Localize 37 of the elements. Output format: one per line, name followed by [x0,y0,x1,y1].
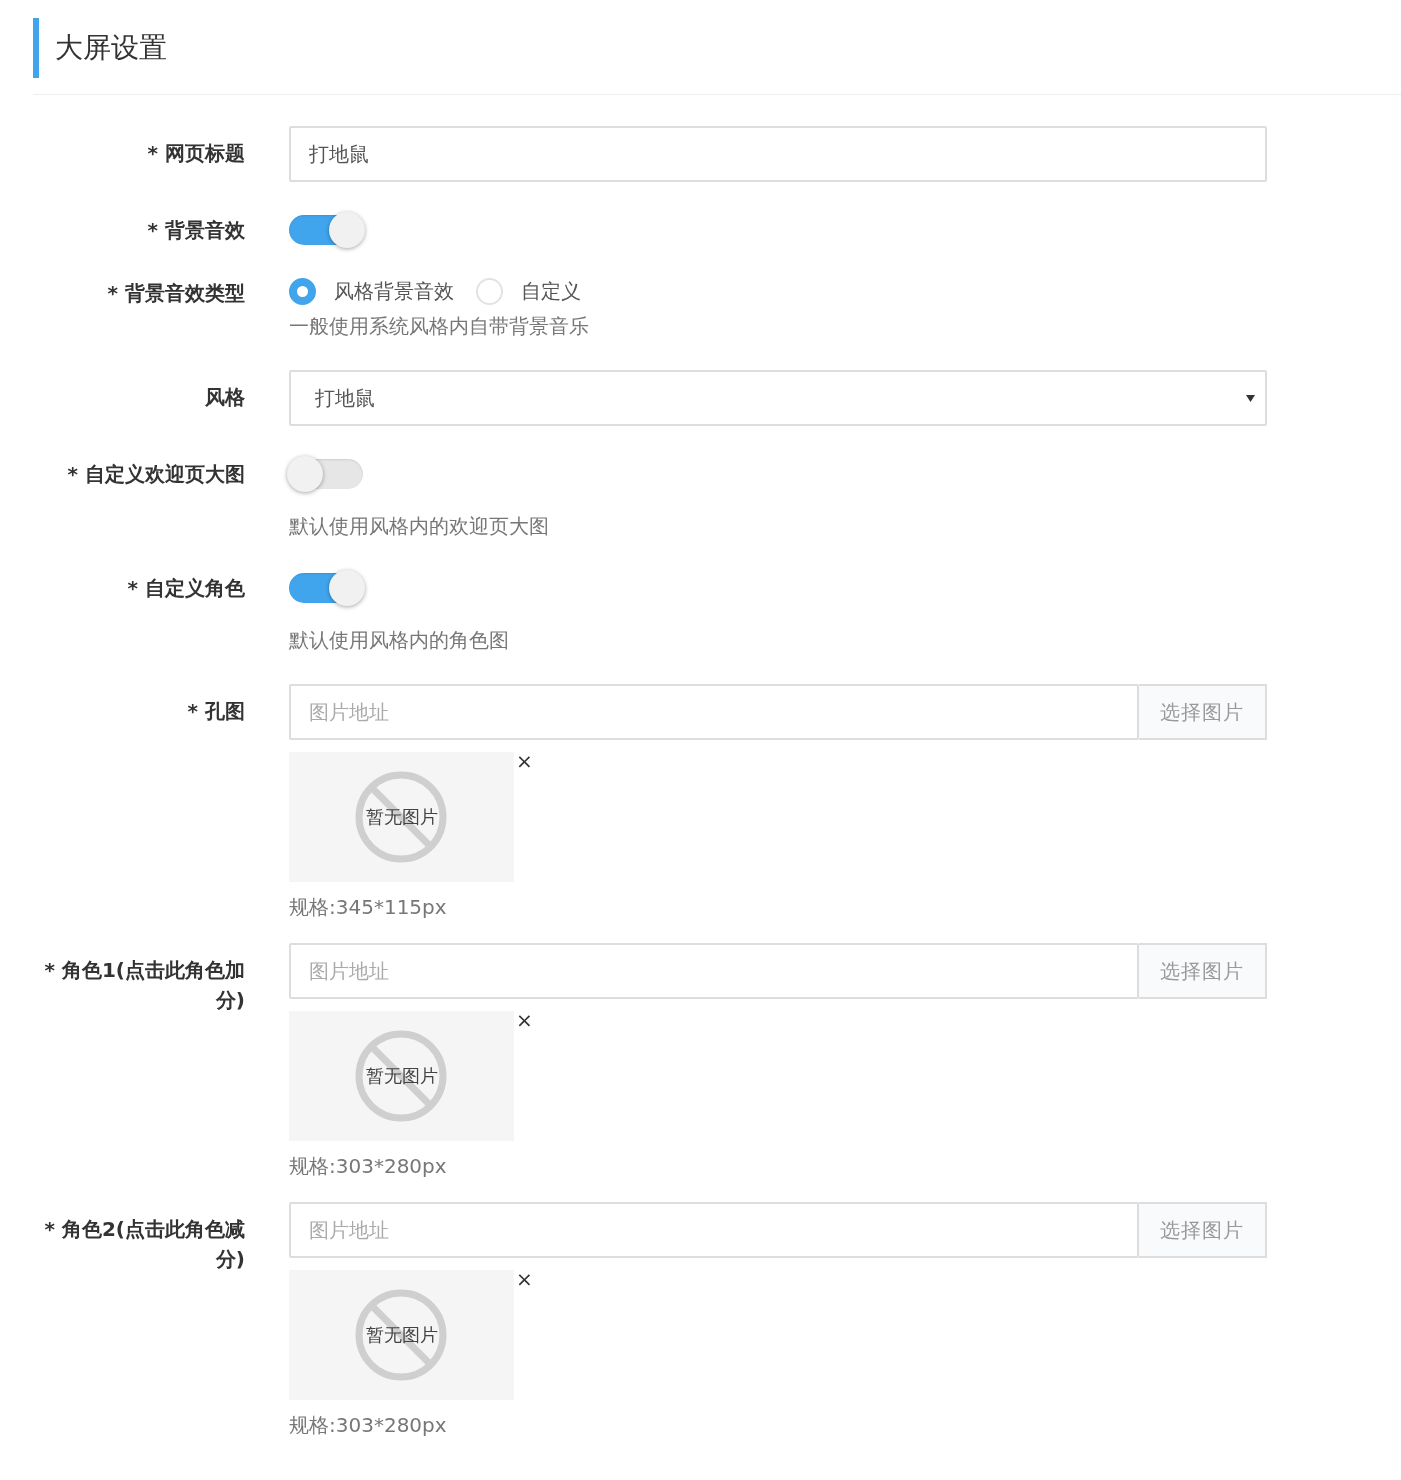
toggle-switch[interactable] [289,573,363,603]
no-image-icon [354,1288,448,1382]
radio-label[interactable]: 自定义 [521,278,581,305]
field-label: * 网页标题 [146,140,245,167]
field-label: 风格 [204,384,245,411]
image-url-field[interactable]: 图片地址 [289,943,1139,999]
size-spec: 规格:345*115px [289,894,447,921]
caret-icon [1246,394,1255,402]
no-image-icon [354,1029,448,1123]
toggle-switch[interactable] [289,215,363,245]
no-image-text: 暂无图片 [365,1323,438,1347]
image-url-field[interactable]: 图片地址 [289,684,1139,740]
no-image-text: 暂无图片 [365,805,438,829]
field-label: * 背景音效类型 [106,280,245,307]
field-label: * 角色1(点击此角色加分) [43,957,245,1014]
close-button[interactable]: × [514,1270,535,1288]
no-image-text: 暂无图片 [365,1064,438,1088]
help-text: 默认使用风格内的角色图 [289,627,509,654]
field-label: * 孔图 [186,698,245,725]
style-dropdown[interactable]: 打地鼠 [289,370,1267,426]
toggle-switch[interactable] [289,459,363,489]
size-spec: 规格:303*280px [289,1153,447,1180]
size-spec: 规格:303*280px [289,1412,447,1439]
help-text: 一般使用系统风格内自带背景音乐 [289,313,589,340]
field-label: * 背景音效 [146,217,245,244]
no-image-icon [354,770,448,864]
field-label: * 角色2(点击此角色减分) [43,1216,245,1273]
close-button[interactable]: × [514,1011,535,1029]
radio-label[interactable]: 风格背景音效 [334,278,454,305]
field-label: * 自定义角色 [126,575,245,602]
help-text: 默认使用风格内的欢迎页大图 [289,513,549,540]
image-url-field[interactable]: 图片地址 [289,1202,1139,1258]
field-label: * 自定义欢迎页大图 [66,461,245,488]
page-title: 大屏设置 [33,18,1401,78]
close-button[interactable]: × [514,752,535,770]
radio-button[interactable] [289,278,316,305]
text-field[interactable]: 打地鼠 [289,126,1267,182]
